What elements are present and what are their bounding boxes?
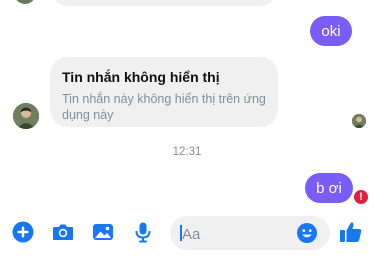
unsupported-message-title: Tin nhắn không hiển thị — [62, 69, 220, 85]
camera-icon[interactable] — [51, 220, 75, 244]
seen-avatar — [352, 114, 366, 128]
sent-message-bubble[interactable]: oki — [310, 16, 352, 46]
unsupported-message-bubble[interactable]: Tin nhắn không hiển thị Tin nhắn này khô… — [50, 57, 278, 127]
add-circle-icon[interactable] — [11, 220, 35, 244]
emoji-icon[interactable] — [296, 222, 318, 244]
message-input[interactable] — [180, 216, 294, 252]
message-text: b ơi — [316, 179, 342, 197]
unsupported-message-body: Tin nhắn này không hiển thị trên ứng dụn… — [62, 92, 266, 122]
timestamp: 12:31 — [172, 146, 202, 158]
message-composer[interactable] — [170, 216, 330, 252]
message-text: oki — [321, 22, 341, 40]
thumbs-up-icon[interactable] — [338, 219, 364, 245]
send-error-icon[interactable]: ! — [354, 190, 368, 204]
microphone-icon[interactable] — [131, 220, 155, 244]
sent-message-bubble-failed[interactable]: b ơi — [305, 173, 353, 203]
previous-message-bubble[interactable] — [50, 0, 278, 6]
contact-avatar[interactable] — [13, 103, 39, 129]
previous-avatar — [14, 0, 36, 4]
image-icon[interactable] — [91, 220, 115, 244]
